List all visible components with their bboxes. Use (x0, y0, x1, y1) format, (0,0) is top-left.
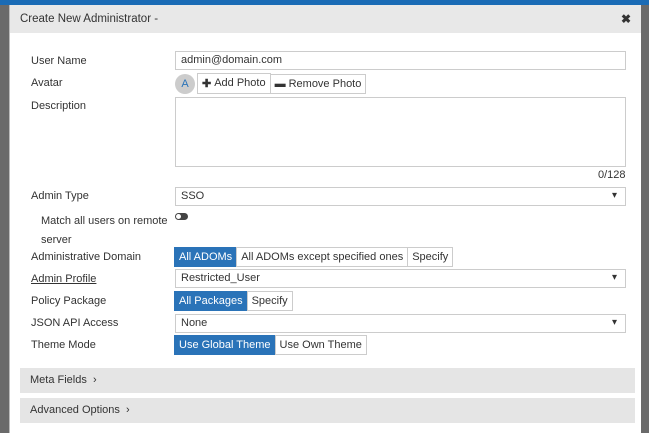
user-name-input[interactable]: admin@domain.com (175, 51, 626, 70)
theme-mode-segmented: Use Global Theme Use Own Theme (174, 335, 367, 355)
adom-except[interactable]: All ADOMs except specified ones (236, 247, 409, 267)
admin-profile-link[interactable]: Admin Profile (31, 273, 96, 285)
adom-segmented: All ADOMs All ADOMs except specified one… (174, 247, 454, 267)
meta-fields-label: Meta Fields (30, 374, 87, 386)
add-photo-label: Add Photo (214, 77, 266, 89)
description-label: Description (31, 100, 87, 112)
advanced-options-label: Advanced Options (30, 404, 120, 416)
adom-specify[interactable]: Specify (407, 247, 454, 267)
dialog-header: Create New Administrator - ✖ (10, 5, 641, 33)
theme-global[interactable]: Use Global Theme (174, 335, 276, 355)
policy-package-segmented: All Packages Specify (174, 291, 293, 311)
admin-profile-select[interactable]: Restricted_User (175, 269, 626, 288)
admin-type-select[interactable]: SSO (175, 187, 626, 206)
minus-icon: ▬ (274, 77, 286, 90)
chevron-right-icon: › (89, 374, 97, 386)
remove-photo-button[interactable]: ▬ Remove Photo (270, 73, 367, 94)
meta-fields-section[interactable]: Meta Fields › (20, 368, 635, 393)
chevron-right-icon: › (122, 404, 130, 416)
match-all-toggle[interactable] (175, 213, 188, 220)
json-api-select[interactable]: None (175, 314, 626, 333)
json-api-label: JSON API Access (31, 317, 119, 329)
advanced-options-section[interactable]: Advanced Options › (20, 398, 635, 423)
match-all-label: Match all users on remote server (41, 215, 168, 246)
dialog-title: Create New Administrator - (20, 13, 159, 25)
policy-specify[interactable]: Specify (246, 291, 293, 311)
remove-photo-label: Remove Photo (288, 77, 362, 90)
policy-package-label: Policy Package (31, 295, 107, 307)
add-photo-button[interactable]: ✚ Add Photo (197, 73, 271, 94)
theme-own[interactable]: Use Own Theme (274, 335, 367, 355)
adom-label: Administrative Domain (31, 251, 142, 263)
policy-all[interactable]: All Packages (174, 291, 248, 311)
avatar: A (175, 73, 195, 94)
admin-type-label: Admin Type (31, 190, 89, 202)
theme-mode-label: Theme Mode (31, 339, 96, 351)
description-counter: 0/128 (598, 169, 626, 181)
avatar-label: Avatar (31, 77, 63, 89)
create-admin-dialog: Create New Administrator - ✖ User Name a… (9, 5, 641, 433)
close-icon[interactable]: ✖ (621, 12, 631, 26)
plus-icon: ✚ (202, 78, 212, 90)
adom-all[interactable]: All ADOMs (174, 247, 238, 267)
description-textarea[interactable] (175, 97, 626, 167)
user-name-label: User Name (31, 55, 87, 67)
